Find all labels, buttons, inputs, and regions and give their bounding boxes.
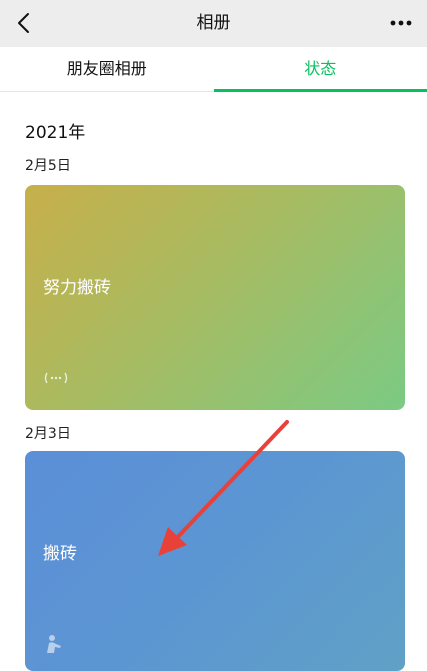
status-text: 努力搬砖 (43, 273, 111, 298)
more-dots-icon (390, 20, 412, 26)
back-button[interactable] (8, 6, 38, 40)
entry-date: 2月3日 (25, 423, 71, 443)
active-tab-indicator (214, 89, 427, 92)
tab-moments-album[interactable]: 朋友圈相册 (0, 47, 214, 91)
top-navigation-bar: 相册 (0, 0, 427, 47)
status-text: 搬砖 (43, 539, 77, 564)
tab-status[interactable]: 状态 (214, 47, 427, 91)
year-heading: 2021年 (25, 118, 85, 143)
page-title: 相册 (0, 0, 427, 47)
person-working-icon (43, 634, 65, 654)
tab-label: 朋友圈相册 (67, 59, 147, 78)
more-options-button[interactable] (385, 6, 417, 40)
status-card[interactable]: 努力搬砖 (25, 185, 405, 410)
status-card[interactable]: 搬砖 (25, 451, 405, 671)
tab-bar: 朋友圈相册 状态 (0, 47, 427, 92)
tab-label: 状态 (304, 59, 336, 78)
ellipsis-status-icon (43, 371, 69, 385)
chevron-left-icon (16, 12, 30, 34)
entry-date: 2月5日 (25, 155, 71, 175)
